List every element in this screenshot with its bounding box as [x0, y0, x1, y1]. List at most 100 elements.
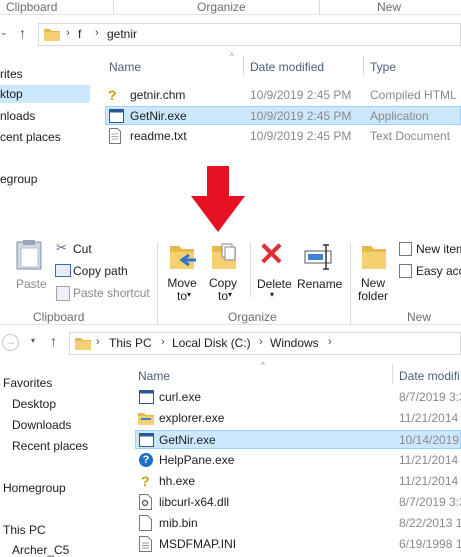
group-organize: Organize	[228, 310, 277, 324]
application-icon	[109, 109, 124, 123]
top-nav-favorites[interactable]: rites	[0, 67, 23, 81]
nav-homegroup[interactable]: Homegroup	[3, 481, 66, 495]
file-type: Application	[370, 109, 429, 123]
up-arrow-icon[interactable]: ↑	[50, 333, 57, 349]
chm-help-icon: ?	[141, 473, 150, 489]
divider	[113, 0, 114, 14]
nav-desktop[interactable]: Desktop	[12, 397, 56, 411]
nav-archer-c5[interactable]: Archer_C5	[12, 543, 69, 557]
top-nav-downloads[interactable]: nloads	[0, 109, 35, 123]
file-name: hh.exe	[159, 474, 196, 488]
top-file-row[interactable]: ? getnir.chm 10/9/2019 2:45 PM Compiled …	[105, 86, 461, 105]
divider	[363, 56, 364, 76]
rename-button[interactable]: Rename	[297, 277, 342, 291]
nav-favorites[interactable]: Favorites	[3, 376, 52, 390]
delete-button[interactable]: Delete	[257, 277, 292, 291]
file-date: 6/19/1998 1	[399, 537, 461, 551]
crumb-windows[interactable]: Windows	[270, 336, 319, 350]
crumb-this-pc[interactable]: This PC	[109, 336, 152, 350]
top-col-name[interactable]: Name	[109, 60, 141, 74]
file-name: mib.bin	[159, 516, 198, 530]
top-nav-desktop-row[interactable]: ktop	[0, 85, 90, 103]
settings-file-icon	[139, 536, 152, 552]
top-nav-desktop: ktop	[0, 87, 23, 101]
file-row[interactable]: mib.bin 8/22/2013 1	[135, 514, 461, 533]
down-chevron-icon[interactable]: ⌄	[0, 27, 8, 38]
new-item-button[interactable]: New item	[416, 242, 461, 256]
easy-access-button[interactable]: Easy acce	[416, 264, 461, 278]
col-name[interactable]: Name	[138, 369, 170, 383]
application-icon	[139, 433, 154, 447]
chevron-right-icon: ›	[328, 336, 332, 348]
folder-icon	[44, 29, 60, 41]
file-date: 10/9/2019 2:45 PM	[250, 109, 352, 123]
nav-recent-places[interactable]: Recent places	[12, 439, 88, 453]
scissors-icon: ✂	[56, 240, 67, 255]
file-date: 11/21/2014	[399, 474, 459, 488]
move-to-button[interactable]: Move to	[166, 277, 198, 303]
file-name: readme.txt	[130, 129, 187, 143]
clipboard-paste-icon	[16, 240, 42, 270]
down-chevron-icon[interactable]: ▾	[31, 336, 35, 345]
top-crumb-getnir[interactable]: getnir	[107, 27, 137, 41]
file-name: GetNir.exe	[130, 109, 187, 123]
file-name: explorer.exe	[159, 411, 225, 425]
file-row[interactable]: explorer.exe 11/21/2014	[135, 409, 461, 428]
file-name: libcurl-x64.dll	[159, 495, 230, 509]
explorer-folder-icon	[138, 413, 154, 425]
nav-this-pc[interactable]: This PC	[3, 523, 46, 537]
dll-gear-icon	[139, 494, 152, 510]
top-nav-recent-places[interactable]: cent places	[0, 130, 61, 144]
chevron-right-icon: ›	[95, 27, 99, 39]
copy-path-button[interactable]: Copy path	[73, 264, 128, 278]
top-group-clipboard: Clipboard	[6, 0, 58, 14]
crumb-local-disk[interactable]: Local Disk (C:)	[172, 336, 251, 350]
top-col-date[interactable]: Date modified	[250, 60, 324, 74]
chevron-right-icon: ›	[161, 336, 165, 348]
top-address-bar[interactable]: › f › getnir	[38, 23, 461, 46]
file-date: 11/21/2014	[399, 411, 459, 425]
top-col-type[interactable]: Type	[370, 60, 396, 74]
top-nav-homegroup[interactable]: egroup	[0, 172, 37, 186]
bottom-address-bar[interactable]: › This PC › Local Disk (C:) › Windows ›	[69, 332, 461, 355]
file-row[interactable]: ? HelpPane.exe 11/21/2014	[135, 451, 461, 470]
nav-downloads[interactable]: Downloads	[12, 418, 71, 432]
file-name: MSDFMAP.INI	[159, 537, 237, 551]
paste-shortcut-button[interactable]: Paste shortcut	[73, 286, 150, 300]
file-name: curl.exe	[159, 390, 202, 404]
top-file-row-selected[interactable]: GetNir.exe 10/9/2019 2:45 PM Application	[105, 106, 461, 125]
application-icon	[139, 390, 154, 404]
file-row[interactable]: ? hh.exe 11/21/2014	[135, 472, 461, 491]
folder-icon	[75, 338, 91, 350]
file-row[interactable]: curl.exe 8/7/2019 3:3	[135, 388, 461, 407]
file-date: 8/7/2019 3:3	[399, 495, 461, 509]
up-arrow-icon[interactable]: ↑	[19, 25, 26, 41]
red-down-arrow-icon	[191, 166, 245, 232]
chevron-right-icon: ›	[259, 336, 263, 348]
file-date: 10/14/2019	[399, 433, 460, 447]
file-date: 10/9/2019 2:45 PM	[250, 88, 352, 102]
file-name: getnir.chm	[130, 88, 186, 102]
paste-button[interactable]: Paste	[16, 277, 47, 291]
group-clipboard: Clipboard	[33, 310, 85, 324]
top-crumb-f[interactable]: f	[78, 27, 81, 41]
copy-to-button[interactable]: Copy to	[207, 277, 239, 303]
file-name: HelpPane.exe	[159, 453, 235, 467]
chm-help-icon: ?	[108, 87, 117, 103]
file-row[interactable]: MSDFMAP.INI 6/19/1998 1	[135, 535, 461, 554]
sort-up-icon: ^	[230, 52, 234, 61]
file-row[interactable]: libcurl-x64.dll 8/7/2019 3:3	[135, 493, 461, 512]
file-row-selected[interactable]: GetNir.exe 10/14/2019	[135, 430, 461, 449]
help-circle-icon: ?	[139, 453, 153, 467]
chevron-right-icon: ›	[66, 27, 70, 39]
back-arrow-icon[interactable]: →	[2, 334, 19, 351]
file-type: Text Document	[370, 129, 451, 143]
new-folder-button[interactable]: New folder	[357, 277, 389, 303]
col-date-modified[interactable]: Date modifi	[399, 369, 460, 383]
copy-path-icon	[55, 264, 71, 277]
easy-access-icon	[399, 264, 412, 278]
new-folder-icon	[362, 246, 386, 269]
divider	[350, 242, 351, 324]
cut-button[interactable]: Cut	[73, 242, 92, 256]
top-file-row[interactable]: readme.txt 10/9/2019 2:45 PM Text Docume…	[105, 127, 461, 146]
